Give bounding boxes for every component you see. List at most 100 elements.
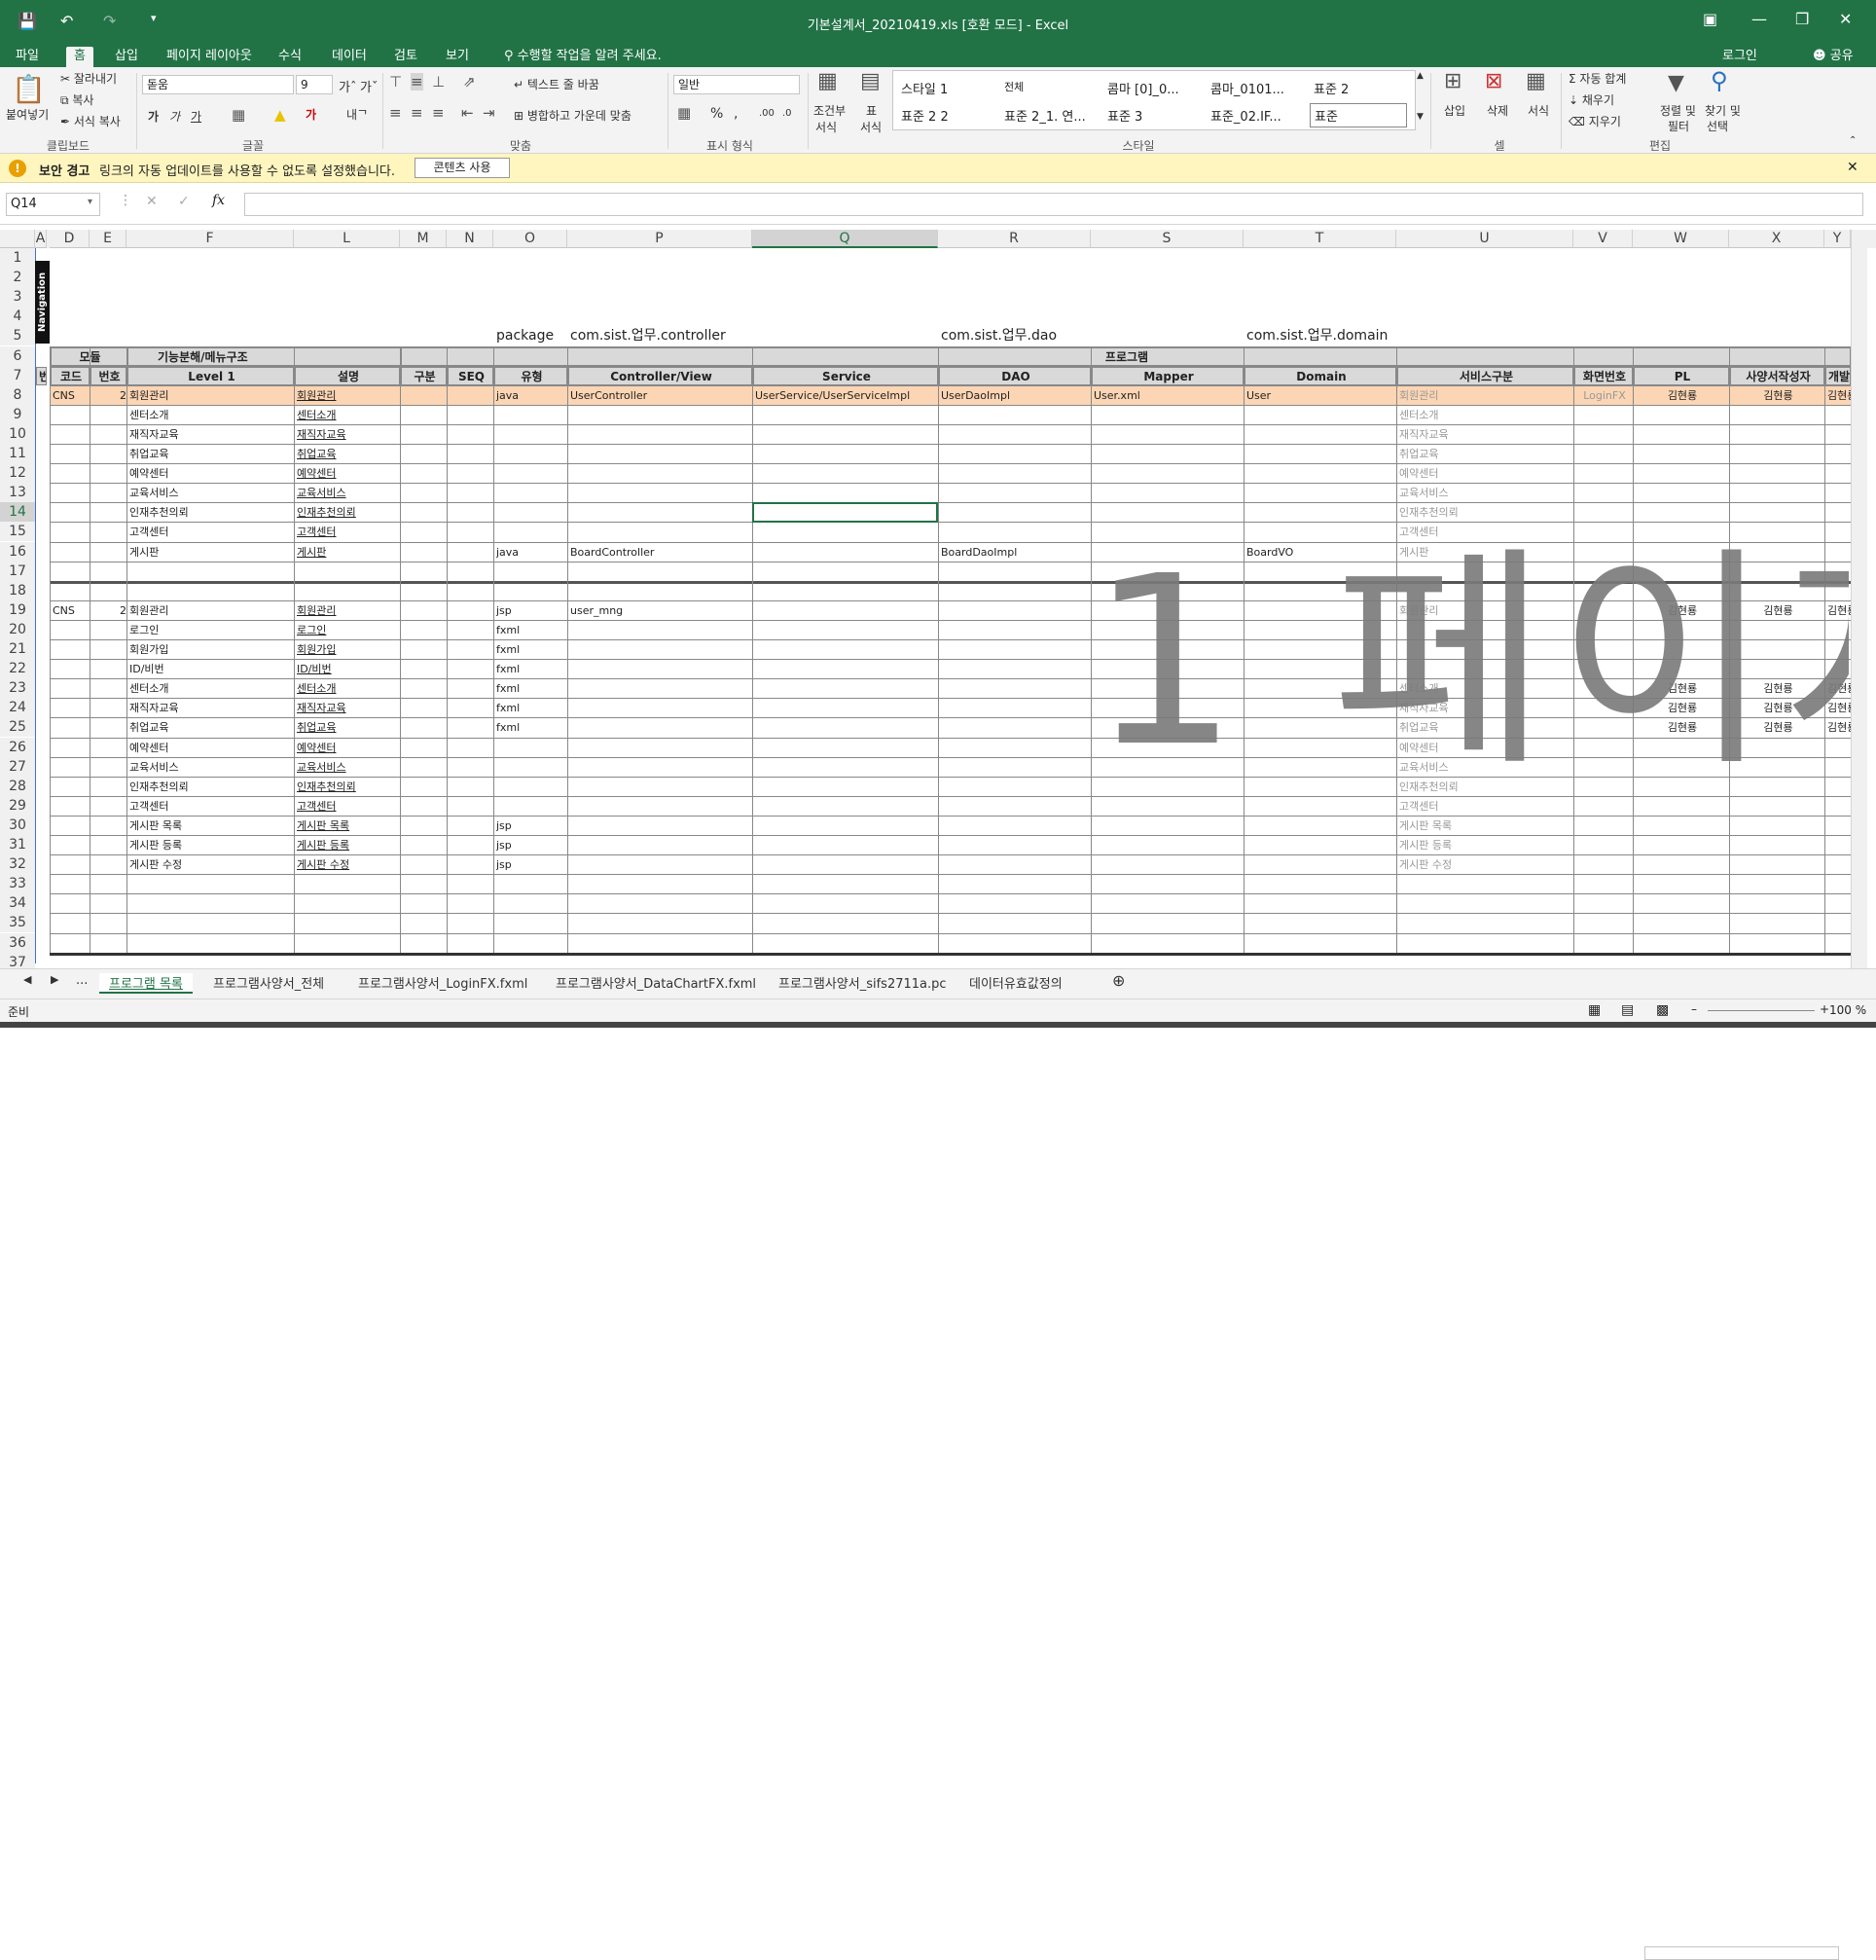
cell[interactable]: 재직자교육: [1397, 425, 1573, 444]
cell[interactable]: 게시판 목록: [295, 817, 400, 835]
cell[interactable]: [1634, 503, 1729, 522]
cell[interactable]: 게시판 목록: [127, 817, 294, 835]
cell[interactable]: [1397, 660, 1573, 678]
cell[interactable]: [1634, 758, 1729, 777]
cell[interactable]: 인재추천의뢰: [127, 503, 294, 522]
name-box[interactable]: Q14: [6, 193, 100, 216]
select-all-corner[interactable]: [0, 230, 35, 248]
cell[interactable]: [568, 817, 752, 835]
autosum-button[interactable]: Σ 자동 합계: [1569, 70, 1626, 87]
cancel-icon[interactable]: ✕: [146, 194, 158, 209]
cell[interactable]: [51, 739, 90, 757]
sheet-tab-more[interactable]: ...: [76, 973, 88, 988]
find-select-icon[interactable]: ⚲: [1711, 67, 1728, 94]
cell[interactable]: [51, 464, 90, 483]
cell[interactable]: [90, 621, 126, 639]
cell[interactable]: user_mng: [568, 601, 752, 620]
cell[interactable]: [1092, 425, 1244, 444]
enter-icon[interactable]: ✓: [178, 194, 190, 209]
decrease-decimal-icon[interactable]: .0: [782, 108, 792, 119]
row-header[interactable]: 27: [0, 756, 35, 777]
cell[interactable]: 김현룡: [1730, 699, 1824, 717]
fill-button[interactable]: ⇣ 채우기: [1569, 91, 1614, 108]
cell[interactable]: BoardVO: [1245, 543, 1396, 562]
cell[interactable]: [568, 699, 752, 717]
increase-decimal-icon[interactable]: .00: [759, 108, 775, 119]
cell[interactable]: 번호: [90, 366, 126, 385]
cell[interactable]: 고객센터: [1397, 523, 1573, 541]
cell[interactable]: jsp: [494, 855, 567, 874]
row-header[interactable]: 18: [0, 580, 35, 600]
cell[interactable]: [1730, 543, 1824, 562]
cell[interactable]: 교육서비스: [127, 484, 294, 502]
cell[interactable]: 예약센터: [1397, 464, 1573, 483]
cell[interactable]: [51, 855, 90, 874]
cell[interactable]: 개발자: [1825, 366, 1851, 385]
align-bottom-icon[interactable]: ⊥: [432, 73, 445, 91]
cell[interactable]: [1730, 660, 1824, 678]
cell[interactable]: 교육서비스: [295, 758, 400, 777]
cell[interactable]: Domain: [1245, 366, 1396, 385]
row-header[interactable]: 1: [0, 248, 35, 268]
cell[interactable]: [1245, 445, 1396, 463]
cell[interactable]: 기능분해/메뉴구조: [127, 346, 401, 366]
cell[interactable]: UserDaoImpl: [939, 386, 1091, 405]
cell[interactable]: [568, 640, 752, 659]
cell[interactable]: [1574, 464, 1633, 483]
cell[interactable]: [90, 817, 126, 835]
insert-function-icon[interactable]: fx: [212, 193, 225, 208]
cell[interactable]: [494, 425, 567, 444]
cell[interactable]: [1245, 425, 1396, 444]
style-item[interactable]: 표준_02.IF...: [1210, 106, 1308, 125]
cell[interactable]: [1730, 758, 1824, 777]
cell[interactable]: 게시판 등록: [1397, 836, 1573, 854]
cell[interactable]: [1245, 503, 1396, 522]
cell[interactable]: 사양서작성자: [1730, 366, 1824, 385]
merge-center-button[interactable]: ⊞ 병합하고 가운데 맞춤: [514, 107, 631, 124]
page-layout-view-icon[interactable]: ▤: [1621, 1002, 1634, 1018]
row-header[interactable]: 17: [0, 561, 35, 581]
cell[interactable]: [90, 855, 126, 874]
style-item[interactable]: 표준 2_1. 연...: [1004, 106, 1101, 125]
page-break-view-icon[interactable]: ▩: [1656, 1002, 1669, 1018]
shrink-font-icon[interactable]: 가ˇ: [360, 77, 378, 95]
cell[interactable]: 게시판 수정: [1397, 855, 1573, 874]
cell[interactable]: [90, 699, 126, 717]
ribbon-display-icon[interactable]: ▣: [1703, 10, 1717, 28]
row-header[interactable]: 21: [0, 639, 35, 659]
cell[interactable]: [753, 523, 938, 541]
zoom-slider[interactable]: [1708, 1010, 1815, 1011]
conditional-format-icon[interactable]: ▦: [817, 69, 838, 93]
formula-input[interactable]: [244, 193, 1863, 216]
cell[interactable]: 고객센터: [295, 523, 400, 541]
cell[interactable]: 게시판: [127, 543, 294, 562]
column-header[interactable]: Q: [752, 230, 938, 248]
cell-styles-gallery[interactable]: 스타일 1 전체 콤마 [0]_0... 콤마_0101... 표준 2 표준 …: [892, 70, 1416, 130]
cell[interactable]: [90, 778, 126, 796]
cell[interactable]: 김현룡: [1825, 679, 1851, 698]
row-header[interactable]: 31: [0, 835, 35, 854]
cell[interactable]: [1574, 445, 1633, 463]
font-color-icon[interactable]: 가: [306, 106, 316, 123]
sheet-tab[interactable]: 프로그램사양서_DataChartFX.fxml: [556, 973, 756, 992]
next-sheet-icon[interactable]: ▶: [51, 973, 58, 986]
cell[interactable]: [568, 523, 752, 541]
cell[interactable]: [1574, 425, 1633, 444]
cell[interactable]: 고객센터: [127, 523, 294, 541]
cell[interactable]: [51, 797, 90, 816]
accounting-icon[interactable]: ▦: [677, 104, 691, 122]
minimize-icon[interactable]: —: [1751, 10, 1767, 28]
cell[interactable]: 게시판: [295, 543, 400, 562]
cell[interactable]: 김현룡: [1634, 679, 1729, 698]
cell[interactable]: 회원관리: [1397, 386, 1573, 405]
row-header[interactable]: 23: [0, 678, 35, 699]
cell[interactable]: jsp: [494, 817, 567, 835]
cell[interactable]: fxml: [494, 679, 567, 698]
cell[interactable]: fxml: [494, 660, 567, 678]
font-name-select[interactable]: 돋움: [142, 75, 294, 94]
cell[interactable]: 회원관리: [1397, 601, 1573, 620]
cell[interactable]: DAO: [939, 366, 1091, 385]
cell[interactable]: [90, 523, 126, 541]
row-header[interactable]: 19: [0, 599, 35, 620]
cell[interactable]: [1574, 484, 1633, 502]
